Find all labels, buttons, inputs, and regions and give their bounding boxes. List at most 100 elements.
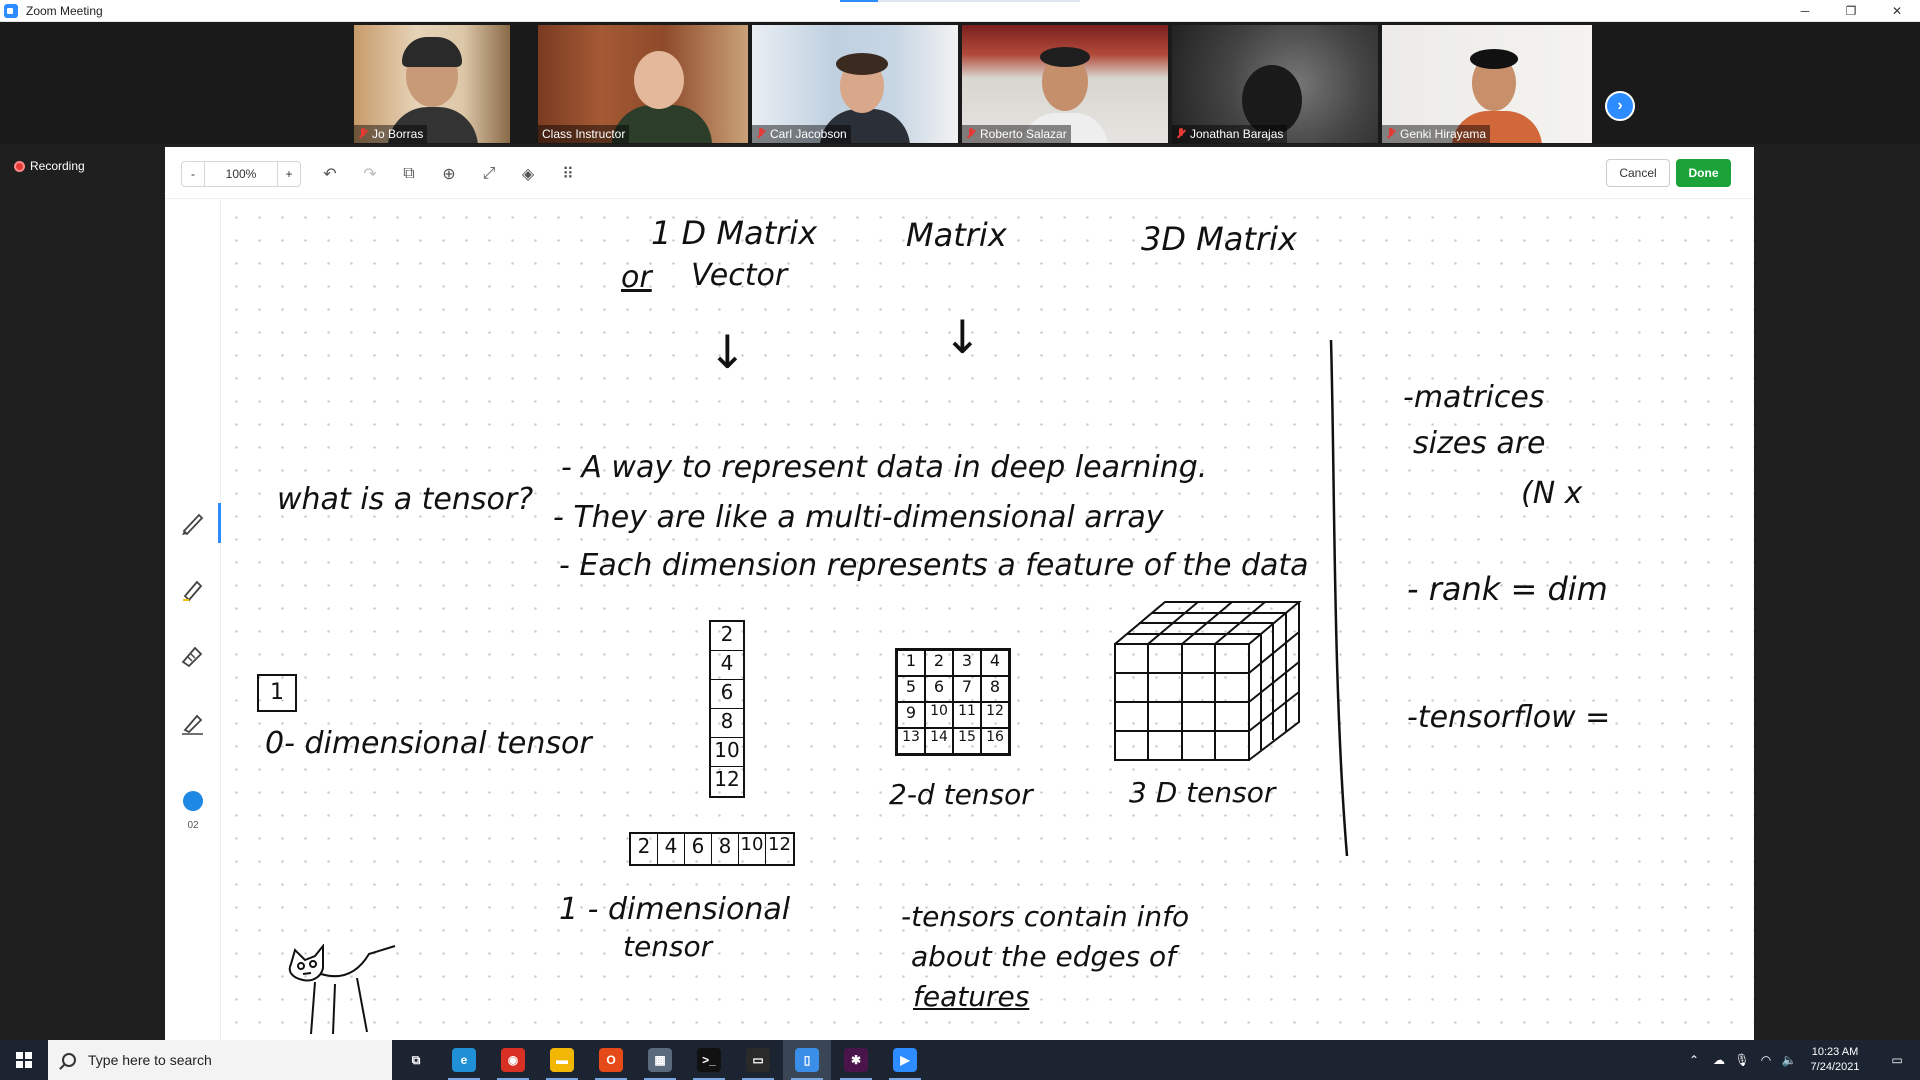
pen-color-swatch[interactable] <box>183 791 203 811</box>
matrix-grid: 1 2 3 4 5 6 7 8 9 10 11 12 13 14 15 16 <box>895 648 1011 756</box>
mic-muted-icon <box>756 128 766 140</box>
redo-icon[interactable]: ↷ <box>360 164 380 184</box>
slack-icon: ✱ <box>844 1048 868 1072</box>
vector-row: 2 4 6 8 10 12 <box>629 832 795 866</box>
edge-icon: e <box>452 1048 476 1072</box>
chevron-right-icon[interactable]: › <box>1605 91 1635 121</box>
vector-cell: 12 <box>768 834 791 855</box>
participant-tile[interactable]: Jonathan Barajas <box>1172 25 1378 143</box>
laser-icon[interactable]: ⊕ <box>439 164 459 184</box>
one-d-tensor-label-1: 1 - dimensional <box>559 892 791 927</box>
file-explorer-taskbar-button[interactable]: ▬ <box>538 1040 586 1080</box>
participant-name: Class Instructor <box>542 127 626 141</box>
onedrive-icon[interactable]: ☁ <box>1707 1040 1731 1080</box>
matrix-cell: 14 <box>925 728 953 754</box>
recording-indicator[interactable]: Recording <box>14 159 85 173</box>
restore-button[interactable]: ❐ <box>1828 0 1874 22</box>
right-note-line-4: - rank = dim <box>1407 570 1608 608</box>
vector-cell: 4 <box>711 651 743 680</box>
window-taskbar-button[interactable]: ▭ <box>734 1040 782 1080</box>
fit-screen-icon[interactable]: ⤢ <box>479 164 499 184</box>
zoom-out-button[interactable]: - <box>182 162 204 186</box>
scalar-box: 1 <box>257 674 297 712</box>
notepad-taskbar-button[interactable]: ▯ <box>783 1040 831 1080</box>
cancel-button[interactable]: Cancel <box>1606 159 1670 187</box>
zero-d-tensor-label: 0- dimensional tensor <box>265 726 592 761</box>
search-icon <box>62 1053 76 1067</box>
highlighter-icon[interactable] <box>179 576 207 604</box>
window-title: Zoom Meeting <box>26 3 103 18</box>
question-what-is-tensor: what is a tensor? <box>277 482 534 517</box>
participant-name: Jo Borras <box>372 127 424 141</box>
matrix-cell: 4 <box>981 650 1009 676</box>
mic-muted-icon <box>966 128 976 140</box>
shapes-icon[interactable]: ⧉ <box>399 164 419 184</box>
office-taskbar-button[interactable]: O <box>587 1040 635 1080</box>
terminal-taskbar-button[interactable]: >_ <box>685 1040 733 1080</box>
edges-note-line-3: features <box>913 980 1030 1013</box>
chevron-up-icon[interactable]: ⌃ <box>1684 1040 1704 1080</box>
calculator-taskbar-button[interactable]: ▦ <box>636 1040 684 1080</box>
search-placeholder: Type here to search <box>88 1052 212 1068</box>
window-icon: ▭ <box>746 1048 770 1072</box>
right-note-line-2: sizes are <box>1413 426 1546 461</box>
zoom-taskbar-button[interactable]: ▶ <box>881 1040 929 1080</box>
pen-icon[interactable] <box>179 509 207 537</box>
matrix-cell: 5 <box>897 676 925 702</box>
participant-tile-active[interactable]: Class Instructor <box>538 25 748 143</box>
system-clock[interactable]: 10:23 AM 7/24/2021 <box>1800 1045 1870 1075</box>
zoom-level: 100% <box>204 162 278 186</box>
volume-icon[interactable]: 🔈 <box>1778 1040 1800 1080</box>
microphone-icon[interactable]: 🎙 <box>1732 1040 1752 1080</box>
matrix-cell: 6 <box>925 676 953 702</box>
eraser-icon[interactable] <box>179 708 207 736</box>
heading-1d-matrix: 1 D Matrix <box>651 214 818 252</box>
vector-cell: 8 <box>712 834 739 864</box>
whiteboard-window: - 100% + ↶ ↷ ⧉ ⊕ ⤢ ◈ ⠿ Cancel Done 02 1 … <box>165 147 1754 1040</box>
edge-taskbar-button[interactable]: e <box>440 1040 488 1080</box>
one-d-tensor-label-2: tensor <box>623 930 713 963</box>
recording-label: Recording <box>30 159 85 173</box>
participant-tile[interactable]: Carl Jacobson <box>752 25 958 143</box>
clock-date: 7/24/2021 <box>1810 1061 1860 1073</box>
vector-cell: 4 <box>658 834 685 864</box>
vector-cell: 10 <box>739 834 766 864</box>
taskbar: Type here to search ⧉ e ◉ ▬ O ▦ >_ ▭ ▯ ✱ ▶ ⌃ ☁ 🎙 ◠… <box>0 1040 1920 1080</box>
done-button[interactable]: Done <box>1676 159 1731 187</box>
notification-icon[interactable]: ▭ <box>1874 1040 1920 1080</box>
heading-or: or <box>621 260 652 295</box>
zoom-control: - 100% + <box>181 161 301 187</box>
taskbar-search[interactable]: Type here to search <box>48 1040 392 1080</box>
office-icon: O <box>599 1048 623 1072</box>
calculator-icon: ▦ <box>648 1048 672 1072</box>
vector-cell: 2 <box>631 834 658 864</box>
participant-tile[interactable]: Roberto Salazar <box>962 25 1168 143</box>
zoom-icon: ▶ <box>893 1048 917 1072</box>
marker-icon[interactable] <box>179 642 207 670</box>
right-note-line-1: -matrices <box>1403 380 1545 415</box>
close-button[interactable]: ✕ <box>1874 0 1920 22</box>
fill-icon[interactable]: ◈ <box>518 164 538 184</box>
undo-icon[interactable]: ↶ <box>320 164 340 184</box>
heading-3d-matrix: 3D Matrix <box>1141 220 1297 258</box>
grid-icon[interactable]: ⠿ <box>558 164 578 184</box>
task-view-taskbar-button[interactable]: ⧉ <box>392 1040 440 1080</box>
zoom-in-button[interactable]: + <box>278 162 300 186</box>
whiteboard-toolbar: - 100% + ↶ ↷ ⧉ ⊕ ⤢ ◈ ⠿ Cancel Done <box>165 147 1754 199</box>
chrome-taskbar-button[interactable]: ◉ <box>489 1040 537 1080</box>
participant-tile[interactable]: Jo Borras <box>354 25 510 143</box>
whiteboard-canvas[interactable]: 1 D Matrix or Vector Matrix 3D Matrix ↓ … <box>221 200 1754 1040</box>
minimize-button[interactable]: ─ <box>1782 0 1828 22</box>
answer-line-2: - They are like a multi-dimensional arra… <box>553 500 1164 535</box>
right-note-line-3: (N x <box>1521 476 1583 511</box>
task-view-icon: ⧉ <box>404 1048 428 1072</box>
file-explorer-icon: ▬ <box>550 1048 574 1072</box>
matrix-cell: 9 <box>897 702 925 728</box>
wifi-icon[interactable]: ◠ <box>1755 1040 1777 1080</box>
pen-size-label: 02 <box>187 820 199 831</box>
windows-start-icon[interactable] <box>0 1040 48 1080</box>
slack-taskbar-button[interactable]: ✱ <box>832 1040 880 1080</box>
zoom-app-icon <box>4 3 18 18</box>
participant-name: Jonathan Barajas <box>1190 127 1284 141</box>
participant-tile[interactable]: Genki Hirayama <box>1382 25 1592 143</box>
